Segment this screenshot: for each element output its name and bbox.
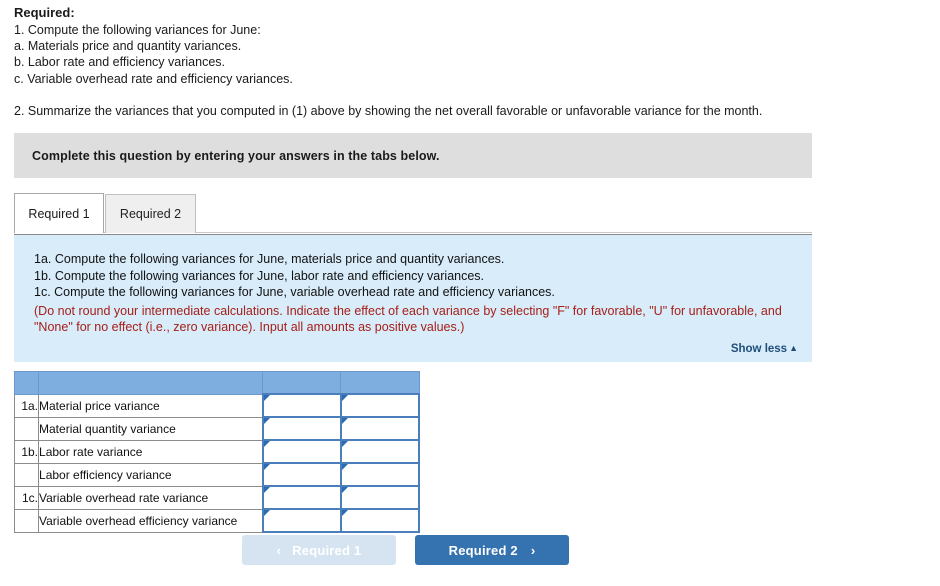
show-less-link[interactable]: Show less ▲	[731, 343, 798, 355]
question-info-lines: 1a. Compute the following variances for …	[14, 235, 812, 336]
tab-navigation: ‹ Required 1 Required 2 ›	[242, 535, 802, 565]
header-cell-amount	[262, 371, 342, 395]
prev-button-label: Required 1	[292, 542, 362, 558]
comment-flag-icon	[263, 441, 270, 447]
comment-flag-icon	[263, 487, 270, 493]
tab-required-1-label: Required 1	[28, 206, 90, 221]
effect-input-cell[interactable]	[339, 508, 421, 533]
table-row: 1c. Variable overhead rate variance	[13, 485, 421, 510]
row-label: Variable overhead rate variance	[38, 485, 264, 510]
chevron-right-icon: ›	[530, 542, 536, 558]
amount-input-cell[interactable]	[261, 485, 342, 510]
amount-input-cell[interactable]	[261, 439, 342, 464]
header-cell-no	[13, 371, 40, 395]
next-button-label: Required 2	[448, 542, 518, 558]
required-line-2: 2. Summarize the variances that you comp…	[14, 103, 763, 118]
required-line-c: c. Variable overhead rate and efficiency…	[14, 71, 293, 86]
effect-input-cell[interactable]	[339, 462, 421, 487]
table-row: Labor efficiency variance	[13, 462, 421, 487]
comment-flag-icon	[341, 510, 348, 516]
caret-up-icon: ▲	[789, 343, 798, 353]
question-info-line-1b: 1b. Compute the following variances for …	[34, 268, 485, 283]
amount-input-cell[interactable]	[261, 508, 342, 533]
required-line-b: b. Labor rate and efficiency variances.	[14, 55, 226, 70]
table-header-row	[13, 371, 420, 395]
show-less-label: Show less	[730, 343, 788, 355]
question-info-panel: 1a. Compute the following variances for …	[14, 234, 812, 362]
effect-input-cell[interactable]	[339, 416, 421, 441]
row-number: 1b.	[13, 439, 40, 464]
table-row: Variable overhead efficiency variance	[13, 508, 421, 533]
comment-flag-icon	[341, 487, 348, 493]
amount-input-cell[interactable]	[261, 462, 342, 487]
table-row: Material quantity variance	[13, 416, 421, 441]
tab-bar: Required 1 Required 2	[14, 193, 812, 233]
comment-flag-icon	[263, 418, 270, 424]
comment-flag-icon	[341, 418, 348, 424]
comment-flag-icon	[341, 441, 348, 447]
required-section: Required: 1. Compute the following varia…	[14, 4, 924, 119]
instruction-banner-text: Complete this question by entering your …	[32, 148, 440, 163]
comment-flag-icon	[263, 395, 270, 401]
next-required-2-button[interactable]: Required 2 ›	[415, 535, 569, 565]
row-number: 1c.	[13, 485, 40, 510]
comment-flag-icon	[341, 464, 348, 470]
question-info-line-1a: 1a. Compute the following variances for …	[34, 252, 505, 266]
row-label: Labor efficiency variance	[38, 462, 264, 487]
instruction-banner: Complete this question by entering your …	[14, 133, 812, 178]
effect-input-cell[interactable]	[339, 485, 421, 510]
header-cell-desc	[38, 371, 264, 395]
chevron-left-icon: ‹	[276, 542, 282, 558]
row-label: Variable overhead efficiency variance	[38, 508, 264, 533]
required-heading: Required:	[14, 5, 75, 20]
row-number	[13, 462, 40, 487]
row-number	[13, 508, 40, 533]
prev-required-1-button[interactable]: ‹ Required 1	[242, 535, 396, 565]
tab-required-2-label: Required 2	[119, 207, 182, 221]
question-info-note: (Do not round your intermediate calculat…	[34, 303, 782, 335]
tab-required-1[interactable]: Required 1	[14, 193, 104, 233]
row-label: Material price variance	[38, 393, 264, 418]
table-row: 1a. Material price variance	[13, 393, 421, 418]
question-info-line-1c: 1c. Compute the following variances for …	[34, 285, 555, 299]
amount-input-cell[interactable]	[261, 393, 342, 418]
comment-flag-icon	[341, 395, 348, 401]
row-number	[13, 416, 40, 441]
row-number: 1a.	[13, 393, 40, 418]
variance-answer-table: 1a. Material price variance Material qua…	[13, 371, 421, 533]
effect-input-cell[interactable]	[339, 393, 421, 418]
row-label: Material quantity variance	[38, 416, 264, 441]
tab-required-2[interactable]: Required 2	[105, 194, 196, 233]
comment-flag-icon	[263, 464, 270, 470]
comment-flag-icon	[263, 510, 270, 516]
row-label: Labor rate variance	[38, 439, 264, 464]
effect-input-cell[interactable]	[339, 439, 421, 464]
amount-input-cell[interactable]	[261, 416, 342, 441]
required-line-1: 1. Compute the following variances for J…	[14, 23, 261, 37]
required-line-a: a. Materials price and quantity variance…	[14, 39, 242, 54]
header-cell-effect	[340, 371, 420, 395]
table-row: 1b. Labor rate variance	[13, 439, 421, 464]
